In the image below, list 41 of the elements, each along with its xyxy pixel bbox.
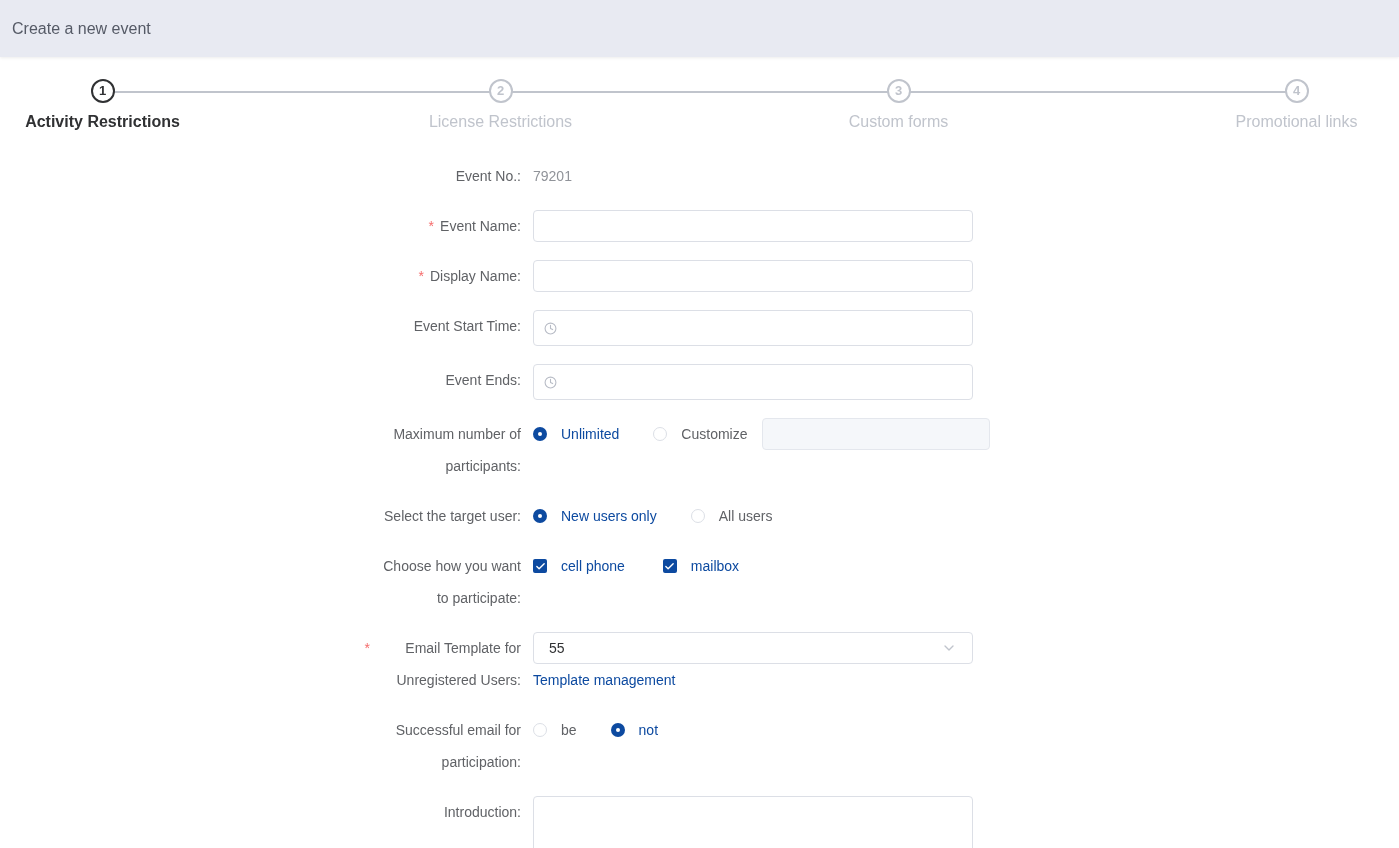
input-field[interactable]: [533, 260, 973, 292]
field-label: Choose how you want to participate:: [382, 557, 521, 608]
radio-option[interactable]: be: [533, 714, 577, 746]
step-label: Custom forms: [848, 112, 949, 132]
time-field[interactable]: [533, 364, 973, 400]
radio-option[interactable]: Customize: [653, 418, 748, 450]
field-label: Select the target user:: [384, 507, 521, 526]
field-label: Introduction:: [443, 803, 521, 822]
event-number: 79201: [533, 166, 572, 186]
radio-option[interactable]: All users: [690, 500, 773, 532]
field-label: Event No.:: [455, 167, 521, 186]
field-label: Event Name:: [440, 217, 521, 236]
step-label: Activity Restrictions: [25, 112, 180, 132]
step-number: 3: [886, 79, 911, 103]
step-label: License Restrictions: [428, 112, 573, 132]
step-number: 1: [90, 79, 115, 103]
field-label: Event Start Time:: [413, 317, 521, 336]
time-field[interactable]: [533, 310, 973, 346]
template-management-link[interactable]: Template management: [533, 664, 676, 696]
clock-icon: [544, 321, 557, 335]
radio-option[interactable]: Unlimited: [533, 418, 620, 450]
required-asterisk: *: [428, 217, 435, 236]
radio-option[interactable]: New users only: [533, 500, 657, 532]
radio-option[interactable]: not: [610, 714, 659, 746]
clock-icon: [544, 375, 557, 389]
step-number: 4: [1284, 79, 1309, 103]
step-label: Promotional links: [1235, 112, 1358, 132]
field-label: Maximum number of participants:: [392, 425, 521, 476]
step-number: 2: [488, 79, 513, 103]
introduction-field[interactable]: [533, 796, 973, 848]
template-select[interactable]: 55: [533, 632, 973, 664]
field-label: Successful email for participation:: [394, 721, 521, 772]
checkbox-option[interactable]: cell phone: [533, 550, 625, 582]
required-asterisk: *: [364, 639, 370, 658]
field-label: Event Ends:: [445, 371, 521, 390]
input-field[interactable]: [533, 210, 973, 242]
field-label: Display Name:: [429, 267, 521, 286]
required-asterisk: *: [418, 267, 424, 286]
field-label: Email Template for Unregistered Users:: [395, 639, 521, 690]
page-title: Create a new event: [12, 18, 151, 39]
checkbox-option[interactable]: mailbox: [662, 550, 740, 582]
